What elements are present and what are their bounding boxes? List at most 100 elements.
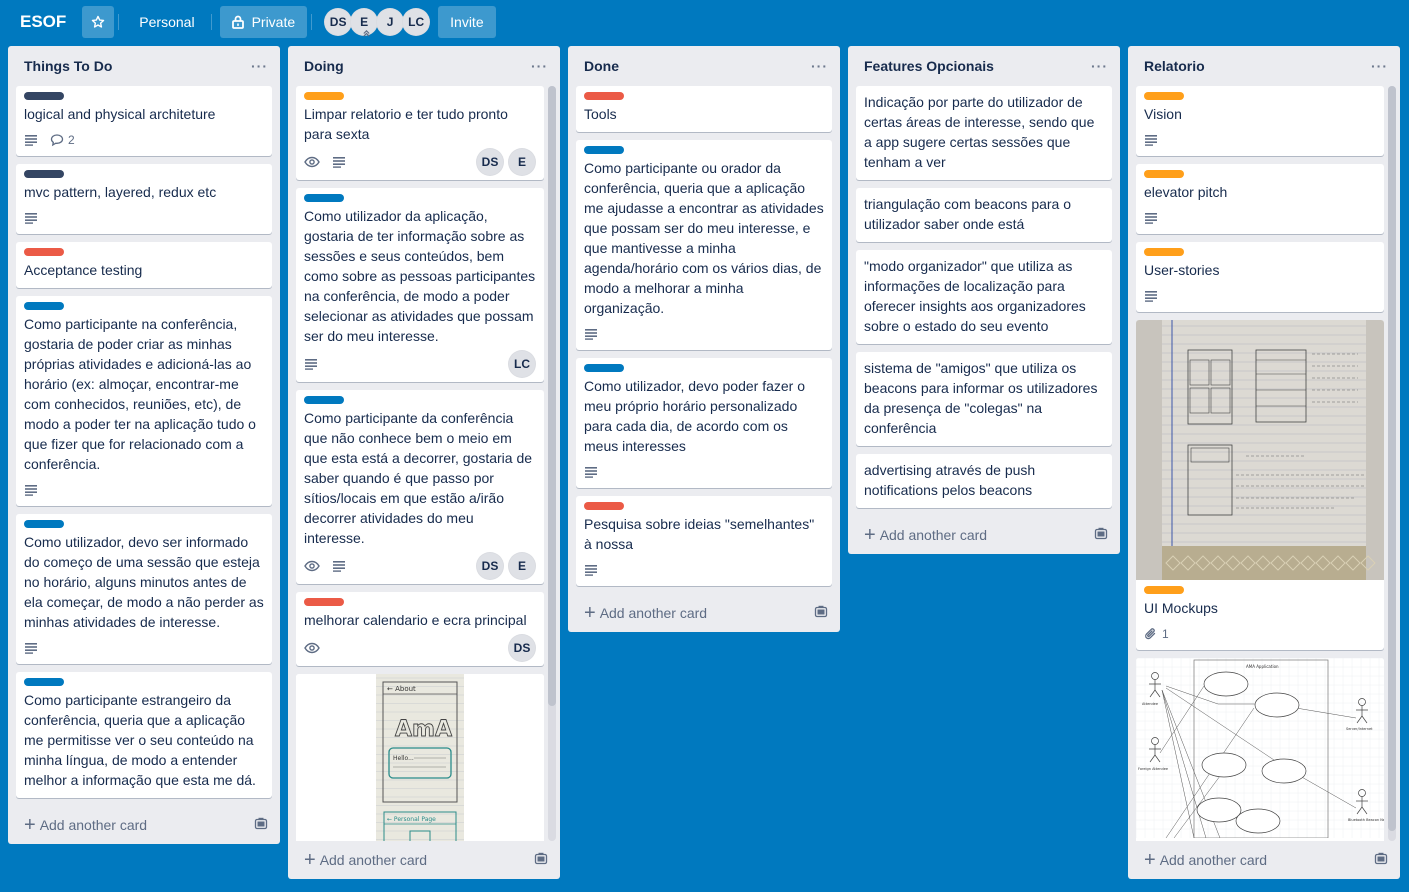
card-label-red[interactable] [304,598,344,606]
card-label-blue[interactable] [24,520,64,528]
visibility-button[interactable]: Private [219,6,308,38]
member-avatar[interactable]: J [376,8,405,36]
card[interactable]: elevator pitch [1136,164,1384,234]
card-template-icon [254,817,268,829]
description-icon [25,643,37,654]
add-card-button[interactable]: + Add another card [1144,850,1267,870]
card-label-red[interactable] [584,502,624,510]
card[interactable]: Indicação por parte do utilizador de cer… [856,86,1112,180]
card[interactable]: sistema de "amigos" que utiliza os beaco… [856,352,1112,446]
scrollbar-thumb[interactable] [548,86,556,706]
card-label-dark[interactable] [24,170,64,178]
card[interactable]: Como participante da conferência que não… [296,390,544,584]
team-button[interactable]: Personal [127,6,206,38]
card-label-orange[interactable] [1144,248,1184,256]
list-scrollbar[interactable] [548,86,556,841]
card-member-avatar[interactable]: LC [508,350,536,378]
card-title: melhorar calendario e ecra principal [304,612,527,628]
card-template-icon [534,852,548,864]
create-from-template-button[interactable] [1094,527,1108,544]
card-label-orange[interactable] [304,92,344,100]
card[interactable]: Como participante na conferência, gostar… [16,296,272,506]
card[interactable]: Limpar relatorio e ter tudo pronto para … [296,86,544,180]
list-title[interactable]: Done [584,58,619,74]
card-badges [24,478,264,502]
description-badge [24,208,38,228]
card[interactable]: logical and physical architeture 2 [16,86,272,156]
create-from-template-button[interactable] [814,605,828,622]
card-member-avatar[interactable]: E [508,552,536,580]
create-from-template-button[interactable] [534,852,548,869]
add-card-button[interactable]: + Add another card [304,850,427,870]
description-badge [332,556,346,576]
card-badges [584,322,824,346]
card[interactable]: AMA Application Attendee Foreign Attende… [1136,658,1384,841]
list-title[interactable]: Relatorio [1144,58,1205,74]
list-header: Features Opcionais ··· [848,46,1120,86]
card-label-orange[interactable] [1144,586,1184,594]
card-badges: 1 [1144,622,1376,646]
member-avatar[interactable]: E [350,8,379,37]
list-menu-button[interactable]: ··· [251,59,268,73]
list-menu-button[interactable]: ··· [1091,59,1108,73]
member-avatar[interactable]: LC [402,8,431,36]
card-member-avatar[interactable]: DS [508,634,536,662]
scrollbar-thumb[interactable] [1388,86,1396,831]
comments-badge: 2 [50,130,75,150]
card[interactable]: Como participante estrangeiro da conferê… [16,672,272,798]
card-label-dark[interactable] [24,92,64,100]
card-label-red[interactable] [584,92,624,100]
card[interactable]: Como participante ou orador da conferênc… [576,140,832,350]
card[interactable]: Acceptance testing [16,242,272,288]
card[interactable]: triangulação com beacons para o utilizad… [856,188,1112,242]
card-label-blue[interactable] [304,396,344,404]
card-label-orange[interactable] [1144,92,1184,100]
avatar-initials: DS [513,641,531,655]
list-features-opcionais: Features Opcionais ··· Indicação por par… [848,46,1120,554]
member-avatar[interactable]: DS [324,8,353,36]
board-title[interactable]: ESOF [12,6,74,38]
card[interactable]: Como utilizador, devo ser informado do c… [16,514,272,664]
card-member-avatar[interactable]: DS [476,148,504,176]
watch-badge [304,152,320,172]
card-label-red[interactable] [24,248,64,256]
card-label-blue[interactable] [584,364,624,372]
card[interactable]: Tools [576,86,832,132]
list-menu-button[interactable]: ··· [1371,59,1388,73]
card[interactable]: advertising através de push notification… [856,454,1112,508]
card-members: DS E [472,552,536,580]
card[interactable]: "modo organizador" que utiliza as inform… [856,250,1112,344]
add-card-button[interactable]: + Add another card [24,815,147,835]
list-title[interactable]: Features Opcionais [864,58,994,74]
add-card-button[interactable]: + Add another card [584,603,707,623]
list-scrollbar[interactable] [1388,86,1396,841]
card[interactable]: Como utilizador da aplicação, gostaria d… [296,188,544,382]
card[interactable]: User-stories [1136,242,1384,312]
card[interactable]: UI Mockups 1 [1136,320,1384,650]
card[interactable]: Vision [1136,86,1384,156]
create-from-template-button[interactable] [1374,852,1388,869]
list-title[interactable]: Doing [304,58,344,74]
card[interactable]: ← About AmA Hello... ← Personal Page [296,674,544,841]
list-footer: + Add another card [8,806,280,844]
card[interactable]: Como utilizador, devo poder fazer o meu … [576,358,832,488]
card-member-avatar[interactable]: DS [476,552,504,580]
create-from-template-button[interactable] [254,817,268,834]
card[interactable]: melhorar calendario e ecra principal DS [296,592,544,666]
list-menu-button[interactable]: ··· [811,59,828,73]
card-label-blue[interactable] [24,302,64,310]
card-label-blue[interactable] [584,146,624,154]
list-title[interactable]: Things To Do [24,58,112,74]
card-member-avatar[interactable]: E [508,148,536,176]
add-card-button[interactable]: + Add another card [864,525,987,545]
card-label-blue[interactable] [24,678,64,686]
card-label-orange[interactable] [1144,170,1184,178]
card[interactable]: Pesquisa sobre ideias "semelhantes" à no… [576,496,832,586]
card-badges: DS [304,634,536,662]
card[interactable]: mvc pattern, layered, redux etc [16,164,272,234]
invite-button[interactable]: Invite [438,6,496,38]
star-button[interactable] [82,6,115,38]
card-label-blue[interactable] [304,194,344,202]
list-menu-button[interactable]: ··· [531,59,548,73]
card-badges: LC [304,350,536,378]
